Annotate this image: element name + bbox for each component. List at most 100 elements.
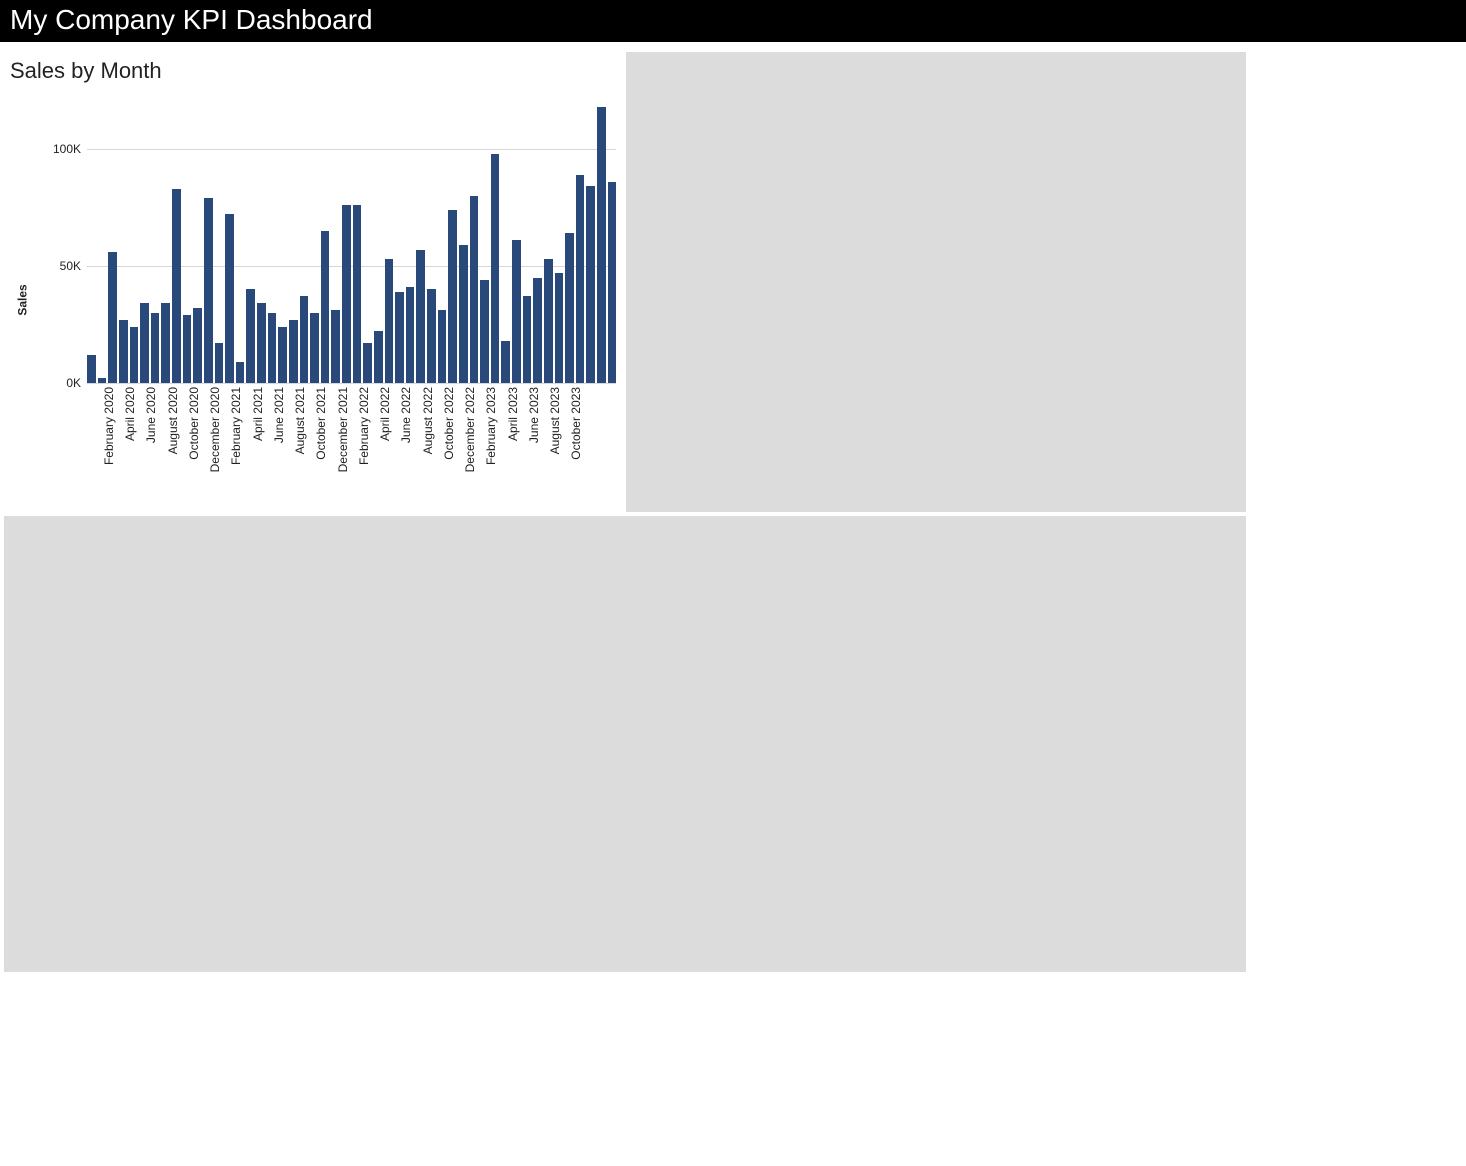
x-tick-slot [278,385,287,498]
chart-bars [87,102,616,383]
chart-title: Sales by Month [4,52,622,86]
chart-bar[interactable] [140,303,149,383]
chart-bar[interactable] [257,303,266,383]
chart-bar[interactable] [246,289,255,383]
chart-bar[interactable] [427,289,436,383]
x-tick-slot [321,385,330,498]
chart-bar[interactable] [544,259,553,383]
x-tick-slot [597,385,606,498]
chart-bar[interactable] [565,233,574,383]
chart-bar[interactable] [161,303,170,383]
x-tick-slot [300,385,309,498]
y-axis-label: Sales [16,284,30,315]
chart-bar[interactable] [278,327,287,383]
chart-bar[interactable] [268,313,277,383]
x-axis-ticks: February 2020April 2020June 2020August 2… [87,385,616,498]
chart-bar[interactable] [130,327,139,383]
chart-bar[interactable] [385,259,394,383]
x-tick-slot [257,385,266,498]
x-tick-slot [586,385,595,498]
x-tick-slot: February 2021 [225,385,234,498]
chart-bar[interactable] [331,310,340,383]
chart-bar[interactable] [87,355,96,383]
chart-bar[interactable] [512,240,521,383]
chart-bar[interactable] [310,313,319,383]
chart-bar[interactable] [108,252,117,383]
y-tick-label: 100K [31,142,81,156]
x-tick-slot: June 2023 [523,385,532,498]
x-tick-slot: December 2020 [204,385,213,498]
chart-bar[interactable] [576,175,585,383]
dashboard-title: My Company KPI Dashboard [10,4,373,35]
x-tick-slot [470,385,479,498]
x-tick-slot [108,385,117,498]
x-tick-slot: August 2023 [544,385,553,498]
x-tick-slot: October 2021 [310,385,319,498]
x-tick-slot [363,385,372,498]
chart-bar[interactable] [416,250,425,383]
chart-bar[interactable] [448,210,457,383]
x-tick-slot [130,385,139,498]
chart-bar[interactable] [193,308,202,383]
x-tick-slot [448,385,457,498]
chart-bar[interactable] [300,296,309,383]
chart-bar[interactable] [438,310,447,383]
chart-bar[interactable] [204,198,213,383]
x-tick-slot: June 2022 [395,385,404,498]
chart-bar[interactable] [501,341,510,383]
chart-bar[interactable] [342,205,351,383]
x-tick-slot: December 2021 [331,385,340,498]
chart-bar[interactable] [608,182,617,383]
x-tick-slot: April 2022 [374,385,383,498]
x-tick-slot [193,385,202,498]
placeholder-panel-bottom [4,516,1246,972]
chart-bar[interactable] [172,189,181,383]
chart-bar[interactable] [363,343,372,383]
x-tick-slot [491,385,500,498]
x-tick-slot: December 2022 [459,385,468,498]
chart-bar[interactable] [98,378,107,383]
x-tick-slot: February 2022 [353,385,362,498]
sales-by-month-panel: Sales by Month Sales 0K50K100K February … [4,52,622,512]
chart-bar[interactable] [459,245,468,383]
x-tick-slot: August 2022 [416,385,425,498]
chart-bar[interactable] [321,231,330,383]
chart-bar[interactable] [470,196,479,383]
x-tick-slot [87,385,96,498]
chart-bar[interactable] [491,154,500,383]
chart-bar[interactable] [406,287,415,383]
x-tick-slot [406,385,415,498]
chart-bar[interactable] [289,320,298,383]
chart-bar[interactable] [374,331,383,383]
x-tick-slot: April 2020 [119,385,128,498]
chart-bar[interactable] [225,214,234,383]
chart-bar[interactable] [555,273,564,383]
x-tick-slot [608,385,617,498]
x-tick-slot [172,385,181,498]
chart-bar[interactable] [533,278,542,383]
x-tick-slot: June 2020 [140,385,149,498]
x-tick-slot: August 2020 [161,385,170,498]
chart-bar[interactable] [183,315,192,383]
y-tick-label: 50K [31,259,81,273]
chart-bar[interactable] [215,343,224,383]
chart-bar[interactable] [151,313,160,383]
chart-area: Sales 0K50K100K February 2020April 2020J… [29,102,616,498]
chart-bar[interactable] [353,205,362,383]
x-tick-slot: February 2023 [480,385,489,498]
chart-bar[interactable] [236,362,245,383]
x-tick-slot [151,385,160,498]
x-tick-slot: June 2021 [268,385,277,498]
chart-bar[interactable] [480,280,489,383]
chart-bar[interactable] [597,107,606,383]
chart-bar[interactable] [586,186,595,383]
chart-bar[interactable] [119,320,128,383]
x-tick-slot [236,385,245,498]
x-tick-slot [385,385,394,498]
x-tick-slot [215,385,224,498]
chart-bar[interactable] [395,292,404,383]
chart-plot [87,102,616,383]
chart-bar[interactable] [523,296,532,383]
x-tick-slot [533,385,542,498]
x-tick-slot: October 2020 [183,385,192,498]
